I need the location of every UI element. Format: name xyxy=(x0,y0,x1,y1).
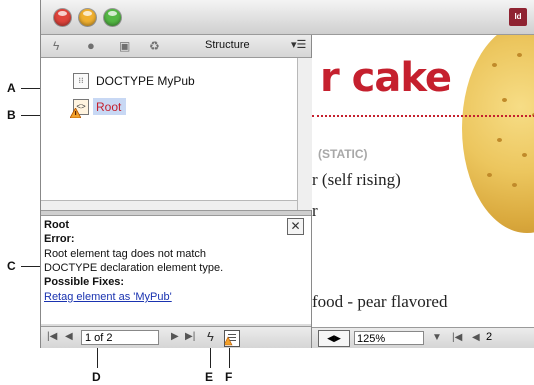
callout-f: F xyxy=(225,370,233,384)
callout-c: C xyxy=(7,259,16,273)
panel-title: Structure xyxy=(205,39,250,51)
info-fixes-heading: Possible Fixes: xyxy=(44,276,125,288)
document-nav-bar: ◀▶ 125% ▼ |◀ ◀ 2 xyxy=(312,327,534,348)
validate-lightning-icon[interactable]: ϟ xyxy=(207,329,214,344)
zoom-field[interactable]: 125% xyxy=(354,331,424,345)
ingredient-line-2: r xyxy=(312,201,318,220)
structure-panel: ϟ ● ▣ ♻ Structure ▾☰ ⁝⁝ DOCTYPE MyPub <>… xyxy=(41,35,312,348)
tree-vertical-scrollbar[interactable] xyxy=(297,58,312,210)
retag-link[interactable]: Retag element as 'MyPub' xyxy=(44,291,172,303)
muffin-image xyxy=(462,35,534,233)
app-icon: Id xyxy=(509,8,527,26)
info-element-name: Root xyxy=(44,219,70,231)
info-pane: Root Error: Root element tag does not ma… xyxy=(41,216,311,324)
zoom-dropdown-icon[interactable]: ▼ xyxy=(432,332,442,343)
ingredient-line-1: r (self rising) xyxy=(312,170,401,189)
doc-page-field[interactable]: 2 xyxy=(486,331,492,343)
validation-info-button[interactable] xyxy=(223,330,240,347)
callout-d: D xyxy=(92,370,101,384)
close-info-button[interactable]: ✕ xyxy=(287,218,304,235)
warning-icon xyxy=(70,108,81,118)
dot-icon[interactable]: ● xyxy=(87,38,95,54)
last-page-icon[interactable]: ▶| xyxy=(185,331,195,342)
close-window-button[interactable] xyxy=(54,9,71,26)
minimize-window-button[interactable] xyxy=(79,9,96,26)
info-pane-icon xyxy=(223,334,236,346)
callout-a: A xyxy=(7,81,16,95)
callout-e-line xyxy=(210,348,211,368)
zoom-window-button[interactable] xyxy=(104,9,121,26)
info-error-heading: Error: xyxy=(44,233,75,245)
static-label: (STATIC) xyxy=(318,147,368,161)
doctype-label[interactable]: DOCTYPE MyPub xyxy=(96,74,195,88)
page-field[interactable]: 1 of 2 xyxy=(81,330,159,345)
split-view-toggle[interactable]: ◀▶ xyxy=(318,330,350,347)
doc-first-page-icon[interactable]: |◀ xyxy=(452,332,462,343)
trash-icon[interactable]: ♻ xyxy=(149,38,160,54)
info-error-line-2: DOCTYPE declaration element type. xyxy=(44,262,224,274)
panel-nav-bar: |◀ ◀ 1 of 2 ▶ ▶| ϟ xyxy=(41,326,311,348)
first-page-icon[interactable]: |◀ xyxy=(47,331,57,342)
recipe-heading: r cake xyxy=(320,55,452,101)
document-view: r cake (STATIC) r (self rising) r food -… xyxy=(312,35,534,348)
prev-page-icon[interactable]: ◀ xyxy=(65,331,73,342)
callout-f-line xyxy=(229,348,230,368)
structure-toolbar: ϟ ● ▣ ♻ Structure ▾☰ xyxy=(41,35,311,58)
root-label[interactable]: Root xyxy=(96,100,121,114)
info-error-line-1: Root element tag does not match xyxy=(44,248,207,260)
callout-c-line xyxy=(21,266,41,267)
lightning-icon[interactable]: ϟ xyxy=(53,38,59,54)
ingredient-line-3: food - pear flavored xyxy=(312,292,448,311)
dotted-rule xyxy=(312,115,534,117)
panel-menu-button[interactable]: ▾☰ xyxy=(291,38,306,51)
callout-e: E xyxy=(205,370,214,384)
callout-d-line xyxy=(97,348,98,368)
structure-tree: ⁝⁝ DOCTYPE MyPub <> Root xyxy=(41,58,297,200)
doctype-icon: ⁝⁝ xyxy=(73,73,89,89)
next-page-icon[interactable]: ▶ xyxy=(171,331,179,342)
title-bar: Id xyxy=(41,0,534,35)
tag-icon[interactable]: ▣ xyxy=(119,38,130,54)
app-window: Id ϟ ● ▣ ♻ Structure ▾☰ ⁝⁝ DOCTYPE MyPub… xyxy=(40,0,534,348)
doc-prev-page-icon[interactable]: ◀ xyxy=(472,332,480,343)
callout-b: B xyxy=(7,108,16,122)
